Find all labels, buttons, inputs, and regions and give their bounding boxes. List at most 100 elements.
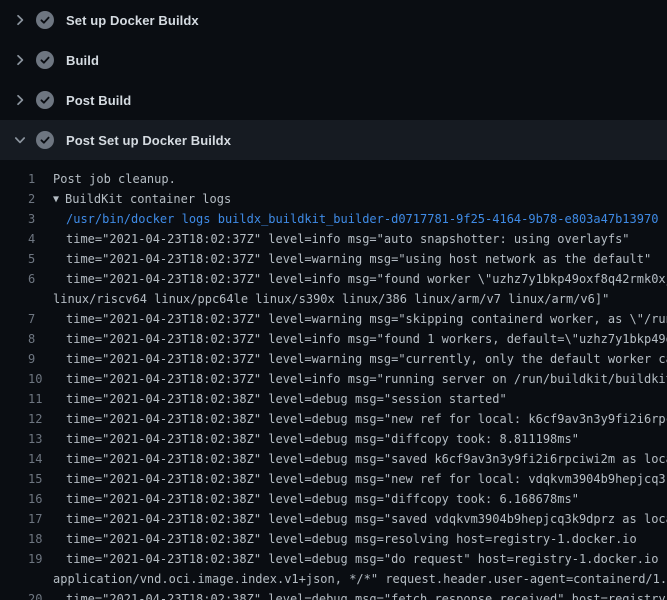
group-toggle-icon[interactable]: ▼ xyxy=(53,190,59,210)
log-text: application/vnd.oci.image.index.v1+json,… xyxy=(53,572,667,586)
log-line-number: 20 xyxy=(28,589,42,600)
log-line-text: time="2021-04-23T18:02:38Z" level=debug … xyxy=(53,489,667,509)
log-line: 4 time="2021-04-23T18:02:37Z" level=info… xyxy=(0,229,667,249)
log-line-number: 5 xyxy=(28,249,35,269)
log-line-text: time="2021-04-23T18:02:38Z" level=debug … xyxy=(53,509,667,529)
log-text: time="2021-04-23T18:02:38Z" level=debug … xyxy=(66,392,507,406)
step-title: Post Build xyxy=(66,93,131,108)
log-line: 6 time="2021-04-23T18:02:37Z" level=info… xyxy=(0,269,667,289)
workflow-log-panel: Set up Docker Buildx Build P xyxy=(0,0,667,600)
chevron-right-icon[interactable] xyxy=(12,12,28,28)
step-header[interactable]: Post Build xyxy=(0,80,667,120)
log-text: time="2021-04-23T18:02:38Z" level=debug … xyxy=(66,412,667,426)
log-line[interactable]: 2 ▼BuildKit container logs xyxy=(0,189,667,209)
log-line-text: time="2021-04-23T18:02:38Z" level=debug … xyxy=(53,469,667,489)
log-line: linux/riscv64 linux/ppc64le linux/s390x … xyxy=(0,289,667,309)
log-view: 1 Post job cleanup. 2 ▼BuildKit containe… xyxy=(0,160,667,600)
log-line-text: time="2021-04-23T18:02:38Z" level=debug … xyxy=(53,409,667,429)
log-text: time="2021-04-23T18:02:37Z" level=info m… xyxy=(66,332,667,346)
log-line: 20 time="2021-04-23T18:02:38Z" level=deb… xyxy=(0,589,667,600)
log-line-text: application/vnd.oci.image.index.v1+json,… xyxy=(53,569,667,589)
log-line-number: 18 xyxy=(28,529,42,549)
log-line: 10 time="2021-04-23T18:02:37Z" level=inf… xyxy=(0,369,667,389)
log-line: 14 time="2021-04-23T18:02:38Z" level=deb… xyxy=(0,449,667,469)
log-line-text: Post job cleanup. xyxy=(53,169,667,189)
log-line-number: 4 xyxy=(28,229,35,249)
log-line-text: time="2021-04-23T18:02:37Z" level=info m… xyxy=(53,369,667,389)
log-text: time="2021-04-23T18:02:38Z" level=debug … xyxy=(66,492,579,506)
log-text: linux/riscv64 linux/ppc64le linux/s390x … xyxy=(53,292,609,306)
check-circle-icon xyxy=(36,51,54,69)
step-title: Build xyxy=(66,53,99,68)
log-line: 19 time="2021-04-23T18:02:38Z" level=deb… xyxy=(0,549,667,569)
log-line: 7 time="2021-04-23T18:02:37Z" level=warn… xyxy=(0,309,667,329)
step-header[interactable]: Build xyxy=(0,40,667,80)
log-text: time="2021-04-23T18:02:37Z" level=warnin… xyxy=(66,252,651,266)
log-text: /usr/bin/docker logs buildx_buildkit_bui… xyxy=(66,212,658,226)
log-text: time="2021-04-23T18:02:37Z" level=info m… xyxy=(66,272,667,286)
log-line-number: 15 xyxy=(28,469,42,489)
log-text: time="2021-04-23T18:02:38Z" level=debug … xyxy=(66,552,667,566)
log-line: 13 time="2021-04-23T18:02:38Z" level=deb… xyxy=(0,429,667,449)
log-line-text: ▼BuildKit container logs xyxy=(53,189,667,210)
log-line-text: time="2021-04-23T18:02:38Z" level=debug … xyxy=(53,589,667,600)
log-line-number: 19 xyxy=(28,549,42,569)
log-line-text: time="2021-04-23T18:02:38Z" level=debug … xyxy=(53,389,667,409)
check-circle-icon xyxy=(36,11,54,29)
log-line-text: time="2021-04-23T18:02:37Z" level=info m… xyxy=(53,269,667,289)
steps-list: Set up Docker Buildx Build P xyxy=(0,0,667,160)
log-line-text: time="2021-04-23T18:02:37Z" level=warnin… xyxy=(53,309,667,329)
log-line-number: 10 xyxy=(28,369,42,389)
log-line: 9 time="2021-04-23T18:02:37Z" level=warn… xyxy=(0,349,667,369)
step-header[interactable]: Set up Docker Buildx xyxy=(0,0,667,40)
chevron-down-icon[interactable] xyxy=(12,132,28,148)
log-line: 3 /usr/bin/docker logs buildx_buildkit_b… xyxy=(0,209,667,229)
log-line-text: time="2021-04-23T18:02:37Z" level=warnin… xyxy=(53,349,667,369)
log-line-number: 9 xyxy=(28,349,35,369)
log-line-number: 1 xyxy=(28,169,35,189)
log-line-number: 2 xyxy=(28,189,35,209)
log-line-text: time="2021-04-23T18:02:38Z" level=debug … xyxy=(53,449,667,469)
check-circle-icon xyxy=(36,91,54,109)
log-text: time="2021-04-23T18:02:38Z" level=debug … xyxy=(66,432,579,446)
log-text: time="2021-04-23T18:02:38Z" level=debug … xyxy=(66,592,667,600)
chevron-right-icon[interactable] xyxy=(12,52,28,68)
log-line: 17 time="2021-04-23T18:02:38Z" level=deb… xyxy=(0,509,667,529)
log-line-number: 16 xyxy=(28,489,42,509)
log-line: 12 time="2021-04-23T18:02:38Z" level=deb… xyxy=(0,409,667,429)
step-title: Post Set up Docker Buildx xyxy=(66,133,231,148)
log-line: application/vnd.oci.image.index.v1+json,… xyxy=(0,569,667,589)
log-line-text: time="2021-04-23T18:02:37Z" level=info m… xyxy=(53,329,667,349)
log-line-number: 12 xyxy=(28,409,42,429)
check-circle-icon xyxy=(36,131,54,149)
log-line-number: 3 xyxy=(28,209,35,229)
log-line-number: 6 xyxy=(28,269,35,289)
log-text: time="2021-04-23T18:02:38Z" level=debug … xyxy=(66,532,637,546)
log-line-text: time="2021-04-23T18:02:38Z" level=debug … xyxy=(53,529,667,549)
log-text: time="2021-04-23T18:02:37Z" level=warnin… xyxy=(66,312,667,326)
log-text: time="2021-04-23T18:02:37Z" level=warnin… xyxy=(66,352,667,366)
log-line: 18 time="2021-04-23T18:02:38Z" level=deb… xyxy=(0,529,667,549)
log-line-text: time="2021-04-23T18:02:37Z" level=warnin… xyxy=(53,249,667,269)
log-line-text: /usr/bin/docker logs buildx_buildkit_bui… xyxy=(53,209,667,229)
log-line: 11 time="2021-04-23T18:02:38Z" level=deb… xyxy=(0,389,667,409)
step-header[interactable]: Post Set up Docker Buildx xyxy=(0,120,667,160)
log-line-number: 13 xyxy=(28,429,42,449)
log-text: time="2021-04-23T18:02:38Z" level=debug … xyxy=(66,512,667,526)
log-line-number: 14 xyxy=(28,449,42,469)
step-title: Set up Docker Buildx xyxy=(66,13,199,28)
log-line: 15 time="2021-04-23T18:02:38Z" level=deb… xyxy=(0,469,667,489)
log-line: 1 Post job cleanup. xyxy=(0,169,667,189)
chevron-right-icon[interactable] xyxy=(12,92,28,108)
log-line-number: 11 xyxy=(28,389,42,409)
log-line: 8 time="2021-04-23T18:02:37Z" level=info… xyxy=(0,329,667,349)
log-line-number: 17 xyxy=(28,509,42,529)
log-line-text: time="2021-04-23T18:02:37Z" level=info m… xyxy=(53,229,667,249)
log-text: Post job cleanup. xyxy=(53,172,176,186)
log-line: 5 time="2021-04-23T18:02:37Z" level=warn… xyxy=(0,249,667,269)
log-line-text: linux/riscv64 linux/ppc64le linux/s390x … xyxy=(53,289,667,309)
log-line-text: time="2021-04-23T18:02:38Z" level=debug … xyxy=(53,549,667,569)
log-text: time="2021-04-23T18:02:37Z" level=info m… xyxy=(66,232,630,246)
log-text: time="2021-04-23T18:02:38Z" level=debug … xyxy=(66,452,667,466)
log-text: time="2021-04-23T18:02:38Z" level=debug … xyxy=(66,472,667,486)
